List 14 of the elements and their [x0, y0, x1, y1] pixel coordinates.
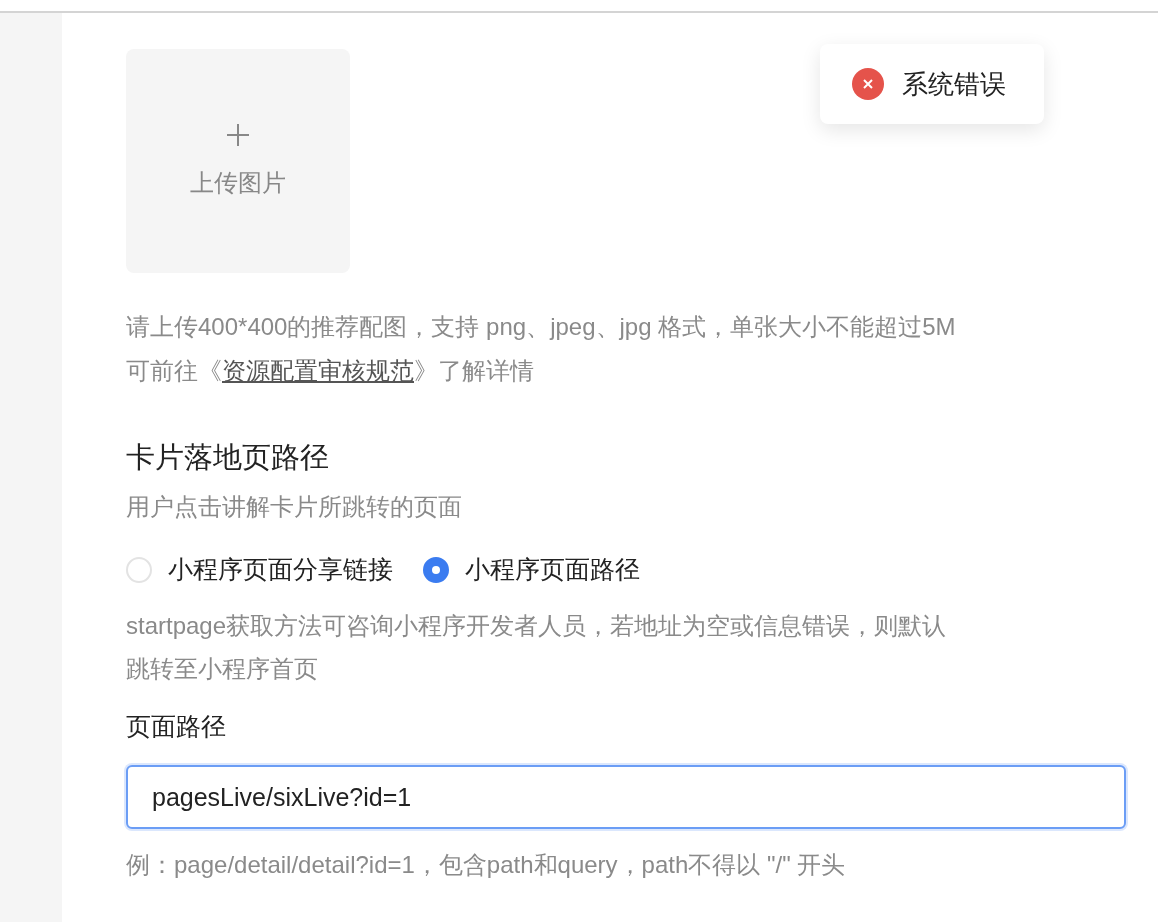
plus-icon [226, 123, 250, 147]
radio-option[interactable]: 小程序页面路径 [423, 553, 640, 586]
radio-option[interactable]: 小程序页面分享链接 [126, 553, 393, 586]
help-text: 请上传400*400的推荐配图，支持 png、jpeg、jpg 格式，单张大小不能超过5M [126, 312, 957, 342]
hint-text: startpage获取方法可咨询小程序开发者人员，若地址为空或信息错误，则默认跳转至小程序首页 [126, 611, 948, 684]
guidelines-link[interactable]: 资源配置审核规范 [222, 357, 414, 384]
toast-message: 系统错误 [902, 67, 1006, 101]
section-title: 卡片落地页路径 [126, 440, 330, 475]
error-icon [852, 68, 884, 100]
help-text: 可前往《资源配置审核规范》了解详情 [126, 356, 535, 386]
section-description: 用户点击讲解卡片所跳转的页面 [126, 492, 463, 522]
field-label: 页面路径 [126, 711, 227, 742]
path-input-field[interactable]: pagesLive/sixLive?id=1 [126, 765, 1126, 829]
example-text: 例：page/detail/detail?id=1，包含path和query，path不得以 "/" 开头 [126, 850, 847, 880]
